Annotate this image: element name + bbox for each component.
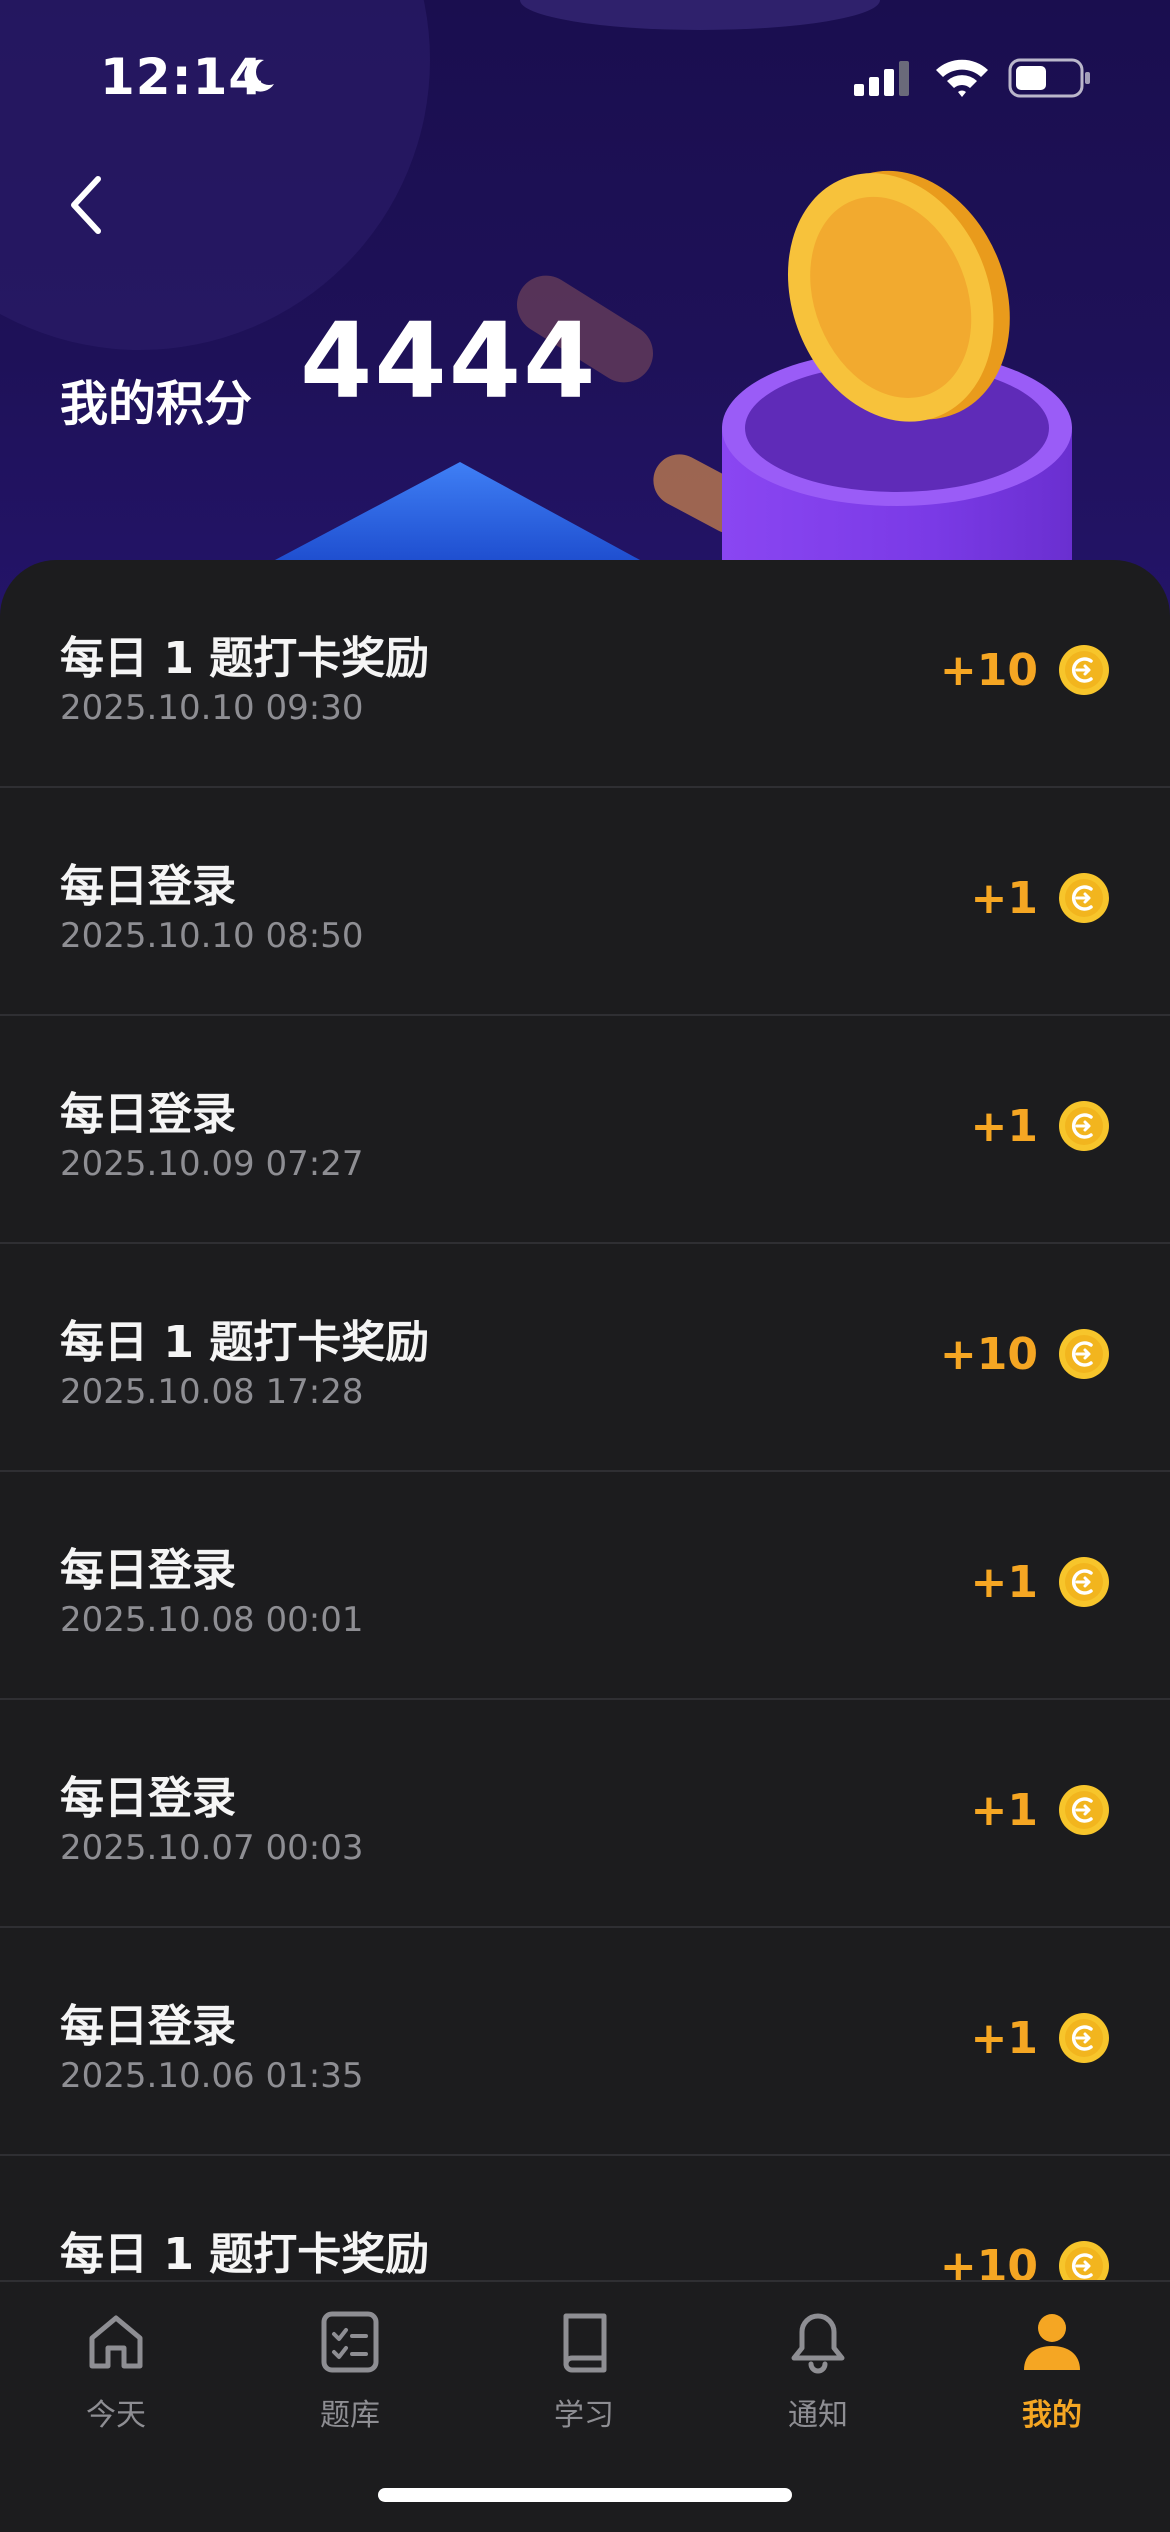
record-date: 2025.10.08 00:01: [60, 1600, 364, 1640]
record-date: 2025.10.10 08:50: [60, 916, 364, 956]
record-points: +10: [940, 1328, 1110, 1380]
record-points: +1: [971, 1784, 1110, 1836]
record-title: 每日登录: [60, 1089, 236, 1140]
tab-label: 学习: [554, 2398, 614, 2433]
book-icon: [544, 2302, 624, 2382]
person-icon: [1012, 2302, 1092, 2382]
points-label: 我的积分: [60, 376, 253, 432]
record-amount: +10: [939, 2240, 1038, 2281]
home-icon: [76, 2302, 156, 2382]
record-amount: +10: [939, 1328, 1038, 1380]
record-amount: +1: [970, 872, 1038, 924]
points-value: 4444: [300, 300, 598, 422]
tab-today[interactable]: 今天: [26, 2302, 206, 2452]
record-points: +10: [940, 2240, 1110, 2280]
tab-label: 今天: [86, 2398, 146, 2433]
list-item: 每日登录 2025.10.08 00:01 +1: [0, 1472, 1170, 1700]
coin-icon: [1059, 1785, 1109, 1835]
record-points: +1: [971, 2012, 1110, 2064]
tab-notifications[interactable]: 通知: [728, 2302, 908, 2452]
coin-icon: [1059, 2013, 1109, 2063]
home-indicator[interactable]: [378, 2488, 792, 2502]
record-amount: +1: [970, 1784, 1038, 1836]
coin-icon: [1059, 1329, 1109, 1379]
points-history-list[interactable]: 每日 1 题打卡奖励 2025.10.10 09:30 +10 每日登录 202…: [0, 560, 1170, 2280]
tab-question-bank[interactable]: 题库: [260, 2302, 440, 2452]
record-points: +1: [971, 1100, 1110, 1152]
coin-icon: [1059, 1557, 1109, 1607]
record-amount: +1: [970, 1556, 1038, 1608]
record-title: 每日 1 题打卡奖励: [60, 633, 430, 684]
record-title: 每日登录: [60, 1773, 236, 1824]
record-amount: +1: [970, 1100, 1038, 1152]
record-amount: +1: [970, 2012, 1038, 2064]
record-date: 2025.10.09 07:27: [60, 1144, 364, 1184]
decor-prism: [275, 462, 640, 560]
list-item: 每日 1 题打卡奖励 2025.10.08 17:28 +10: [0, 1244, 1170, 1472]
tab-study[interactable]: 学习: [494, 2302, 674, 2452]
coin-icon: [1059, 645, 1109, 695]
list-item: 每日登录 2025.10.09 07:27 +1: [0, 1016, 1170, 1244]
record-date: 2025.10.08 17:28: [60, 1372, 364, 1412]
record-points: +1: [971, 872, 1110, 924]
battery-icon: [1008, 58, 1090, 98]
tab-label: 我的: [1022, 2398, 1082, 2433]
list-item: 每日登录 2025.10.07 00:03 +1: [0, 1700, 1170, 1928]
back-button[interactable]: [56, 170, 116, 240]
record-points: +1: [971, 1556, 1110, 1608]
tab-label: 通知: [788, 2398, 848, 2433]
coin-icon: [1059, 1101, 1109, 1151]
list-item: 每日 1 题打卡奖励 +10: [0, 2156, 1170, 2280]
wifi-icon: [936, 59, 988, 97]
record-points: +10: [940, 644, 1110, 696]
record-date: 2025.10.07 00:03: [60, 1828, 364, 1868]
bell-icon: [778, 2302, 858, 2382]
list-item: 每日登录 2025.10.06 01:35 +1: [0, 1928, 1170, 2156]
record-amount: +10: [939, 644, 1038, 696]
record-title: 每日登录: [60, 1545, 236, 1596]
tab-me[interactable]: 我的: [962, 2302, 1142, 2452]
record-title: 每日 1 题打卡奖励: [60, 2229, 430, 2280]
tab-label: 题库: [320, 2398, 380, 2433]
moon-icon: [244, 59, 274, 92]
cellular-signal-icon: [854, 61, 909, 96]
record-date: 2025.10.06 01:35: [60, 2056, 364, 2096]
coin-icon: [1059, 2241, 1109, 2280]
points-hero: 12:14 我的积分 4444: [0, 0, 1170, 640]
list-item: 每日 1 题打卡奖励 2025.10.10 09:30 +10: [0, 560, 1170, 788]
checklist-icon: [310, 2302, 390, 2382]
record-title: 每日登录: [60, 2001, 236, 2052]
list-item: 每日登录 2025.10.10 08:50 +1: [0, 788, 1170, 1016]
record-date: 2025.10.10 09:30: [60, 688, 364, 728]
record-title: 每日登录: [60, 861, 236, 912]
coin-icon: [1059, 873, 1109, 923]
chevron-left-icon: [71, 176, 101, 234]
record-title: 每日 1 题打卡奖励: [60, 1317, 430, 1368]
status-bar: 12:14: [0, 0, 1170, 150]
